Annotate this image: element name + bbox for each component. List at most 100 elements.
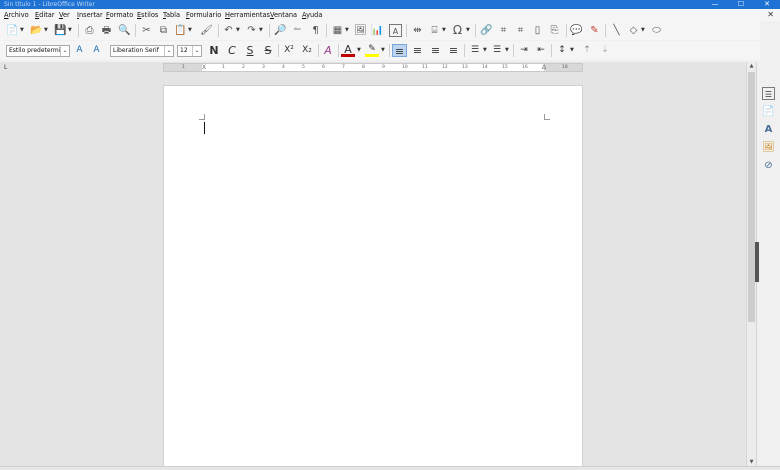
menu-herramientas[interactable]: Herramientas xyxy=(225,10,270,20)
special-char-dropdown-arrow[interactable]: ▼ xyxy=(466,24,470,37)
paragraph-style-combo[interactable]: Estilo predeterminado ⌄ xyxy=(6,45,70,57)
line-spacing-dropdown-arrow[interactable]: ▼ xyxy=(570,44,574,57)
print-preview-icon[interactable]: 🔍 xyxy=(118,24,131,37)
table-dropdown-arrow[interactable]: ▼ xyxy=(345,24,349,37)
new-style-icon[interactable]: A xyxy=(90,44,103,57)
document-body-text[interactable] xyxy=(205,122,543,134)
insert-textbox-icon[interactable]: A xyxy=(389,24,402,37)
insert-line-icon[interactable]: ╲ xyxy=(610,24,623,37)
sidebar-resize-grip[interactable] xyxy=(755,242,759,282)
special-character-icon[interactable]: Ω xyxy=(451,24,464,37)
undo-dropdown-arrow[interactable]: ▼ xyxy=(236,24,240,37)
paste-icon[interactable]: 📋 xyxy=(174,24,187,37)
numbering-button[interactable]: ☰ xyxy=(490,44,504,57)
close-window-button[interactable]: ✕ xyxy=(754,0,780,9)
menu-tabla[interactable]: Tabla xyxy=(163,10,180,20)
strikethrough-button[interactable]: S xyxy=(261,44,275,57)
hyperlink-icon[interactable]: 🔗 xyxy=(480,24,493,37)
menu-estilos[interactable]: Estilos xyxy=(137,10,158,20)
comment-icon[interactable]: 💬 xyxy=(570,24,583,37)
redo-dropdown-arrow[interactable]: ▼ xyxy=(259,24,263,37)
line-spacing-button[interactable]: ↕ xyxy=(555,44,569,57)
increase-indent-button[interactable]: ⇥ xyxy=(517,44,531,57)
insert-table-icon[interactable]: ▦ xyxy=(331,24,344,37)
clone-formatting-icon[interactable]: 🖌 xyxy=(200,24,213,37)
increase-paragraph-spacing-button[interactable]: ⇡ xyxy=(580,44,594,57)
navigator-icon[interactable]: ⊘ xyxy=(762,159,775,172)
endnote-icon[interactable]: ⌗ xyxy=(514,24,527,37)
paste-dropdown-arrow[interactable]: ▼ xyxy=(188,24,192,37)
chevron-down-icon[interactable]: ⌄ xyxy=(192,46,201,56)
chevron-down-icon[interactable]: ⌄ xyxy=(164,46,173,56)
new-dropdown-arrow[interactable]: ▼ xyxy=(20,24,24,37)
decrease-indent-button[interactable]: ⇤ xyxy=(534,44,548,57)
menu-editar[interactable]: Editar xyxy=(35,10,55,20)
font-color-button[interactable]: A xyxy=(341,44,355,57)
justify-button[interactable]: ≡ xyxy=(446,44,461,57)
font-color-dropdown-arrow[interactable]: ▼ xyxy=(357,44,361,57)
align-center-button[interactable]: ≡ xyxy=(410,44,425,57)
numbering-dropdown-arrow[interactable]: ▼ xyxy=(505,44,509,57)
close-document-icon[interactable]: ✕ xyxy=(767,9,774,21)
copy-icon[interactable]: ⧉ xyxy=(157,24,170,37)
bookmark-icon[interactable]: ▯ xyxy=(531,24,544,37)
open-dropdown-arrow[interactable]: ▼ xyxy=(44,24,48,37)
document-page[interactable] xyxy=(163,85,583,470)
open-folder-icon[interactable]: 📂 xyxy=(30,24,43,37)
save-dropdown-arrow[interactable]: ▼ xyxy=(68,24,72,37)
superscript-button[interactable]: X² xyxy=(281,44,297,57)
clear-formatting-button[interactable]: A xyxy=(321,44,335,57)
gallery-icon[interactable]: 🖼 xyxy=(762,141,775,154)
highlight-button[interactable]: ✎ xyxy=(365,44,379,57)
save-icon[interactable]: 💾 xyxy=(54,24,67,37)
subscript-button[interactable]: X₂ xyxy=(299,44,315,57)
menu-archivo[interactable]: Archivo xyxy=(4,10,29,20)
insert-chart-icon[interactable]: 📊 xyxy=(371,24,384,37)
find-replace-icon[interactable]: 🔎 xyxy=(274,24,287,37)
undo-icon[interactable]: ↶ xyxy=(222,24,235,37)
track-changes-icon[interactable]: ✎ xyxy=(588,24,601,37)
horizontal-ruler[interactable]: 1 X 1 2 3 4 5 6 7 8 9 10 11 12 13 14 15 … xyxy=(163,63,583,72)
new-document-icon[interactable]: 📄 xyxy=(6,24,19,37)
bullets-button[interactable]: ☰ xyxy=(468,44,482,57)
maximize-button[interactable]: ☐ xyxy=(728,0,754,9)
decrease-paragraph-spacing-button[interactable]: ⇣ xyxy=(598,44,612,57)
scrollbar-thumb[interactable] xyxy=(748,72,755,322)
italic-button[interactable]: C xyxy=(225,44,239,57)
export-pdf-icon[interactable]: ⎙ xyxy=(83,24,96,37)
chevron-down-icon[interactable]: ⌄ xyxy=(60,46,69,56)
ruler-right-indent-marker[interactable]: Δ xyxy=(542,64,546,71)
insert-field-icon[interactable]: ⌸ xyxy=(428,24,441,37)
properties-icon[interactable]: ☰ xyxy=(762,87,775,100)
draw-functions-icon[interactable]: ⬭ xyxy=(650,24,663,37)
bullets-dropdown-arrow[interactable]: ▼ xyxy=(483,44,487,57)
align-right-button[interactable]: ≡ xyxy=(428,44,443,57)
basic-shapes-icon[interactable]: ◇ xyxy=(627,24,640,37)
ruler-indent-marker[interactable]: X xyxy=(202,64,206,71)
redo-icon[interactable]: ↷ xyxy=(245,24,258,37)
menu-ver[interactable]: Ver xyxy=(59,10,70,20)
bold-button[interactable]: N xyxy=(207,44,221,57)
menu-formulario[interactable]: Formulario xyxy=(186,10,221,20)
field-dropdown-arrow[interactable]: ▼ xyxy=(442,24,446,37)
scroll-down-icon[interactable]: ▼ xyxy=(747,458,756,466)
shapes-dropdown-arrow[interactable]: ▼ xyxy=(641,24,645,37)
font-name-combo[interactable]: Liberation Serif ⌄ xyxy=(110,45,174,57)
font-size-combo[interactable]: 12 ⌄ xyxy=(177,45,202,57)
cut-icon[interactable]: ✂ xyxy=(140,24,153,37)
tab-stop-type-icon[interactable]: L xyxy=(4,64,7,71)
page-icon[interactable]: 📄 xyxy=(762,105,775,118)
menu-formato[interactable]: Formato xyxy=(106,10,133,20)
print-icon[interactable]: 🖶 xyxy=(100,24,113,37)
footnote-icon[interactable]: ⌗ xyxy=(497,24,510,37)
formatting-marks-icon[interactable]: ¶ xyxy=(309,24,322,37)
update-style-icon[interactable]: A xyxy=(73,44,86,57)
insert-image-icon[interactable]: 🖼 xyxy=(354,24,367,37)
highlight-dropdown-arrow[interactable]: ▼ xyxy=(381,44,385,57)
minimize-button[interactable]: — xyxy=(702,0,728,9)
align-left-button[interactable]: ≡ xyxy=(392,44,407,58)
menu-ayuda[interactable]: Ayuda xyxy=(302,10,322,20)
menu-ventana[interactable]: Ventana xyxy=(270,10,297,20)
spelling-icon[interactable]: ᴬᵇᶜ xyxy=(291,24,304,37)
underline-button[interactable]: S xyxy=(243,44,257,57)
